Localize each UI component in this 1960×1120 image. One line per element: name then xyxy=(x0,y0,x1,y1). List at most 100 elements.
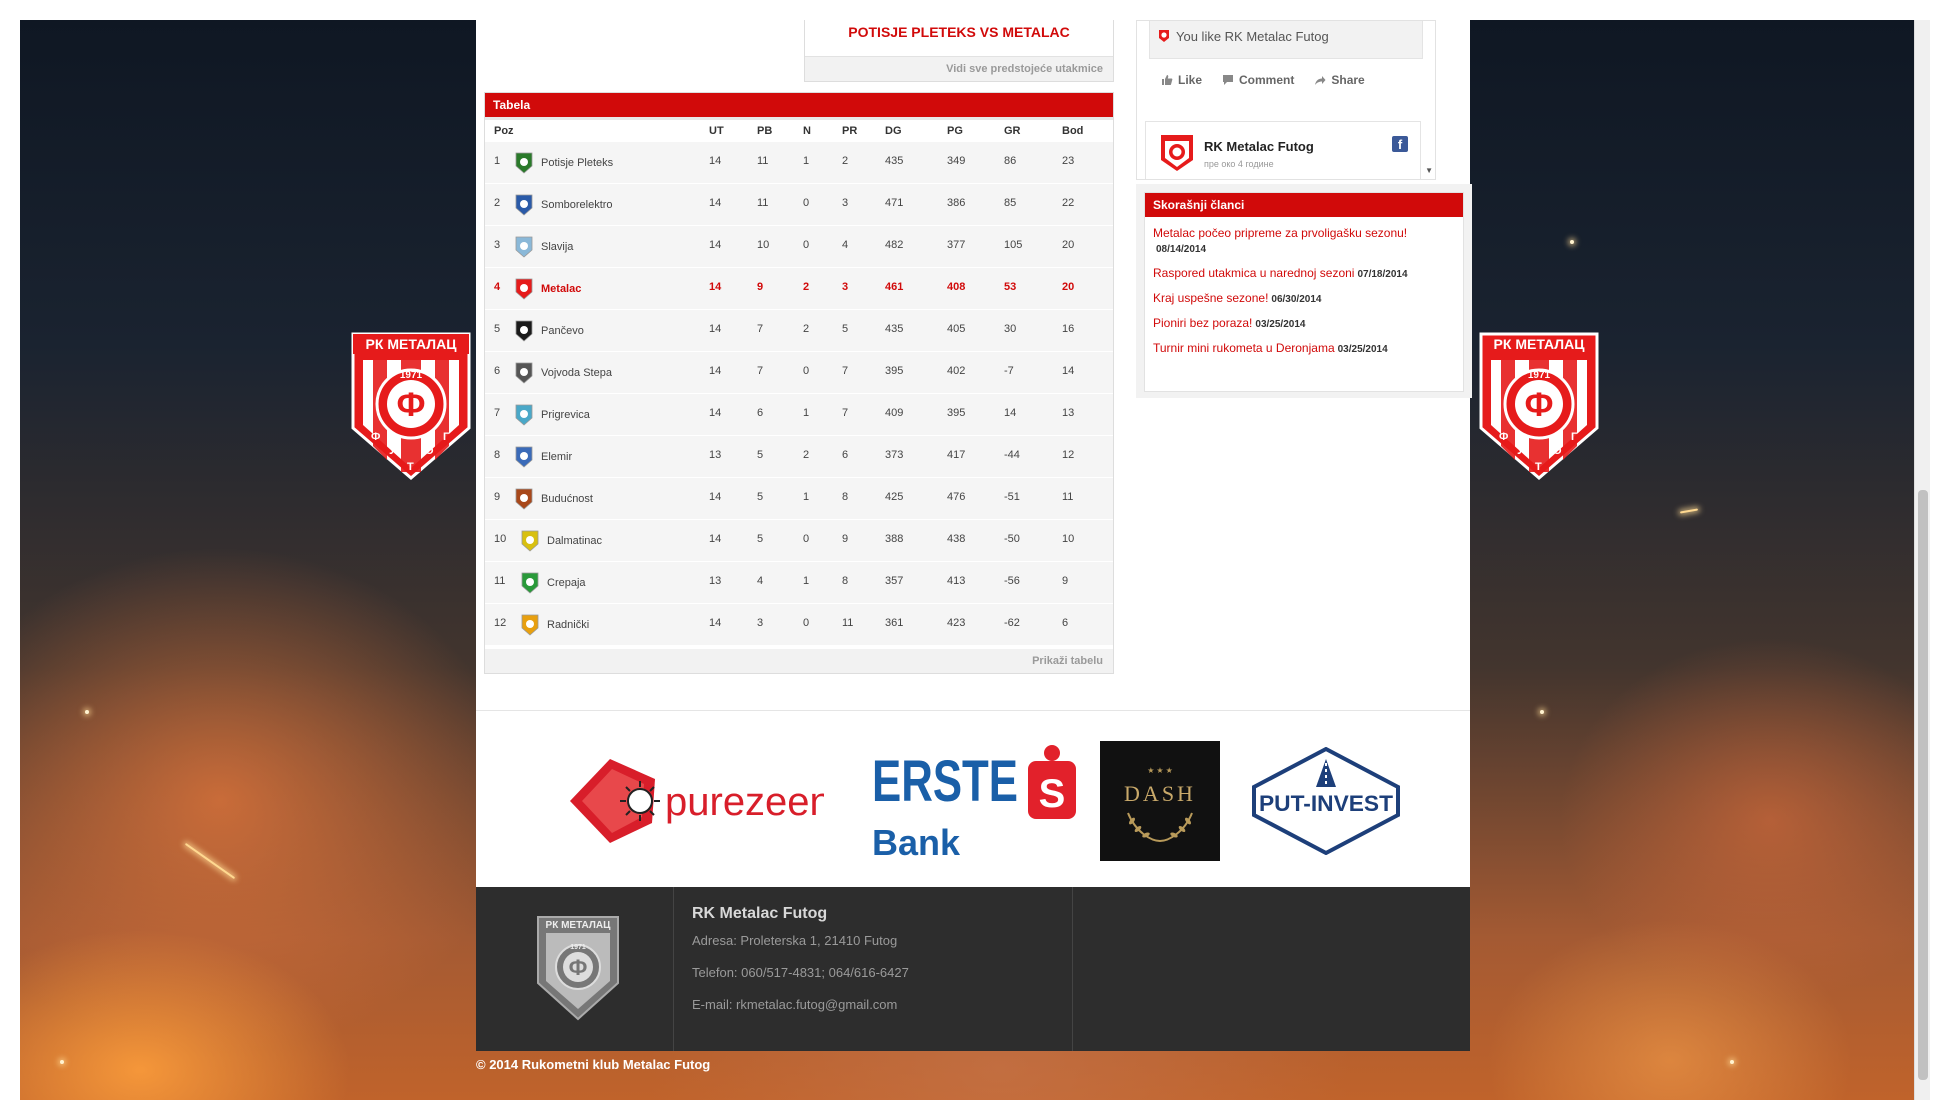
team-cell[interactable]: Vojvoda Stepa xyxy=(513,360,612,386)
team-cell[interactable]: Potisje Pleteks xyxy=(513,150,613,176)
club-avatar-icon xyxy=(1161,135,1193,171)
club-crest-right[interactable]: РК МЕТАЛАЦ 1971 Ф Ф У Т О Г xyxy=(1477,320,1601,482)
table-row: 3 Slavija 14 10 0 4 482 377 105 20 xyxy=(485,226,1113,268)
stat-pr: 3 xyxy=(842,281,849,293)
svg-text:★ ★ ★: ★ ★ ★ xyxy=(1147,766,1173,775)
team-name: Dalmatinac xyxy=(547,535,603,547)
footer-contact-info: RK Metalac Futog Adresa: Proleterska 1, … xyxy=(692,905,909,1029)
team-position: 8 xyxy=(494,449,501,461)
crest-year: 1971 xyxy=(1528,370,1551,381)
comment-icon xyxy=(1223,75,1234,85)
crest-year: 1971 xyxy=(570,944,586,951)
stat-dg: 461 xyxy=(885,281,904,293)
fb-share-button[interactable]: Share xyxy=(1314,73,1365,87)
page-scrollbar[interactable] xyxy=(1914,20,1930,1100)
stat-pb: 5 xyxy=(757,449,764,461)
article-link[interactable]: Pioniri bez poraza! xyxy=(1153,316,1252,330)
stat-n: 0 xyxy=(803,617,810,629)
team-cell[interactable]: Somborelektro xyxy=(513,192,613,218)
team-cell[interactable]: Pančevo xyxy=(513,318,584,344)
sponsor-erste-bank[interactable]: ERSTE Bank S xyxy=(870,741,1080,865)
site-footer: РК МЕТАЛАЦ 1971 Ф RK Metalac Futog Adres… xyxy=(476,887,1470,1051)
team-cell[interactable]: Crepaja xyxy=(519,570,586,596)
facebook-icon[interactable]: f xyxy=(1392,136,1408,152)
purezeen-logo: purezeen xyxy=(570,759,832,843)
column-header: PR xyxy=(842,125,858,137)
team-badge-icon xyxy=(515,152,533,174)
club-crest-icon: РК МЕТАЛАЦ 1971 Ф Ф У Т О Г xyxy=(1479,332,1599,480)
sponsor-purezeen[interactable]: purezeen xyxy=(560,751,832,851)
facebook-page-name[interactable]: RK Metalac Futog xyxy=(1204,139,1314,154)
facebook-widget: You like RK Metalac Futog Like Comment S… xyxy=(1136,20,1436,180)
all-upcoming-matches-link[interactable]: Vidi sve predstojeće utakmice xyxy=(946,63,1103,75)
team-position: 10 xyxy=(494,533,507,545)
team-badge-icon xyxy=(515,362,533,384)
team-cell[interactable]: Metalac xyxy=(513,276,581,302)
footer-divider xyxy=(1072,887,1073,1051)
thumbs-up-icon xyxy=(1162,75,1173,85)
stat-dg: 482 xyxy=(885,239,904,251)
fb-like-button[interactable]: Like xyxy=(1161,73,1202,87)
table-header-row: Poz UT PB N PR DG PG GR Bod xyxy=(485,120,1113,142)
stat-n: 0 xyxy=(803,365,810,377)
facebook-post-time: пре око 4 године xyxy=(1204,159,1274,169)
team-cell[interactable]: Budućnost xyxy=(513,486,593,512)
footer-phone: Telefon: 060/517-4831; 064/616-6427 xyxy=(692,965,909,980)
fb-like-label: Like xyxy=(1178,73,1203,87)
team-cell[interactable]: Slavija xyxy=(513,234,573,260)
table-row: 10 Dalmatinac 14 5 0 9 388 438 -50 10 xyxy=(485,520,1113,562)
team-cell[interactable]: Prigrevica xyxy=(513,402,590,428)
article-link[interactable]: Turnir mini rukometa u Deronjama xyxy=(1153,341,1335,355)
stat-pb: 7 xyxy=(757,365,764,377)
stat-pg: 386 xyxy=(947,197,966,209)
article-link[interactable]: Metalac počeo pripreme za prvoligašku se… xyxy=(1153,226,1407,240)
stat-ut: 14 xyxy=(709,533,722,545)
sponsor-put-invest[interactable]: PUT-INVEST xyxy=(1250,746,1402,856)
stat-pg: 402 xyxy=(947,365,966,377)
stat-dg: 373 xyxy=(885,449,904,461)
list-item: Metalac počeo pripreme za prvoligašku se… xyxy=(1153,226,1455,257)
stat-pg: 377 xyxy=(947,239,966,251)
spark-decoration xyxy=(1540,710,1544,714)
show-table-link[interactable]: Prikaži tabelu xyxy=(1032,655,1103,667)
stat-dg: 409 xyxy=(885,407,904,419)
put-invest-logo: PUT-INVEST xyxy=(1252,746,1400,856)
stat-gr: 53 xyxy=(1004,281,1017,293)
widget-scroll-down-icon[interactable]: ▼ xyxy=(1425,166,1433,175)
crest-year: 1971 xyxy=(400,370,423,381)
column-header: N xyxy=(803,125,811,137)
article-link[interactable]: Kraj uspešne sezone! xyxy=(1153,291,1268,305)
table-row: 6 Vojvoda Stepa 14 7 0 7 395 402 -7 14 xyxy=(485,352,1113,394)
stat-gr: 85 xyxy=(1004,197,1017,209)
stat-pg: 423 xyxy=(947,617,966,629)
sponsor-dash[interactable]: ★ ★ ★ DASH xyxy=(1100,741,1220,861)
article-link[interactable]: Raspored utakmica u narednoj sezoni xyxy=(1153,266,1354,280)
spark-decoration xyxy=(1570,240,1574,244)
team-badge-icon xyxy=(515,446,533,468)
table-row: 11 Crepaja 13 4 1 8 357 413 -56 9 xyxy=(485,562,1113,604)
footer-email[interactable]: E-mail: rkmetalac.futog@gmail.com xyxy=(692,997,909,1012)
team-cell[interactable]: Dalmatinac xyxy=(519,528,602,554)
stat-n: 2 xyxy=(803,323,810,335)
club-crest-left[interactable]: РК МЕТАЛАЦ 1971 Ф Ф У Т О Г xyxy=(349,320,473,482)
stat-ut: 14 xyxy=(709,323,722,335)
stat-pg: 417 xyxy=(947,449,966,461)
scrollbar-thumb[interactable] xyxy=(1918,490,1928,1080)
team-cell[interactable]: Elemir xyxy=(513,444,572,470)
upcoming-match-title[interactable]: POTISJE PLETEKS VS METALAC xyxy=(805,20,1113,40)
stat-bod: 10 xyxy=(1062,533,1075,545)
column-header: PG xyxy=(947,125,963,137)
fb-comment-button[interactable]: Comment xyxy=(1222,73,1294,87)
stat-bod: 20 xyxy=(1062,239,1075,251)
team-badge-icon xyxy=(521,530,539,552)
team-name: Elemir xyxy=(541,451,573,463)
stat-pb: 10 xyxy=(757,239,770,251)
dash-logo: ★ ★ ★ DASH xyxy=(1124,766,1193,843)
column-header: PB xyxy=(757,125,773,137)
club-crest-grey-icon[interactable]: РК МЕТАЛАЦ 1971 Ф xyxy=(536,909,620,1021)
facebook-page-card[interactable]: RK Metalac Futog пре око 4 године f xyxy=(1145,121,1421,179)
stat-bod: 14 xyxy=(1062,365,1075,377)
team-cell[interactable]: Radnički xyxy=(519,612,589,638)
stat-pr: 4 xyxy=(842,239,849,251)
crest-letter: Ф xyxy=(396,386,425,424)
